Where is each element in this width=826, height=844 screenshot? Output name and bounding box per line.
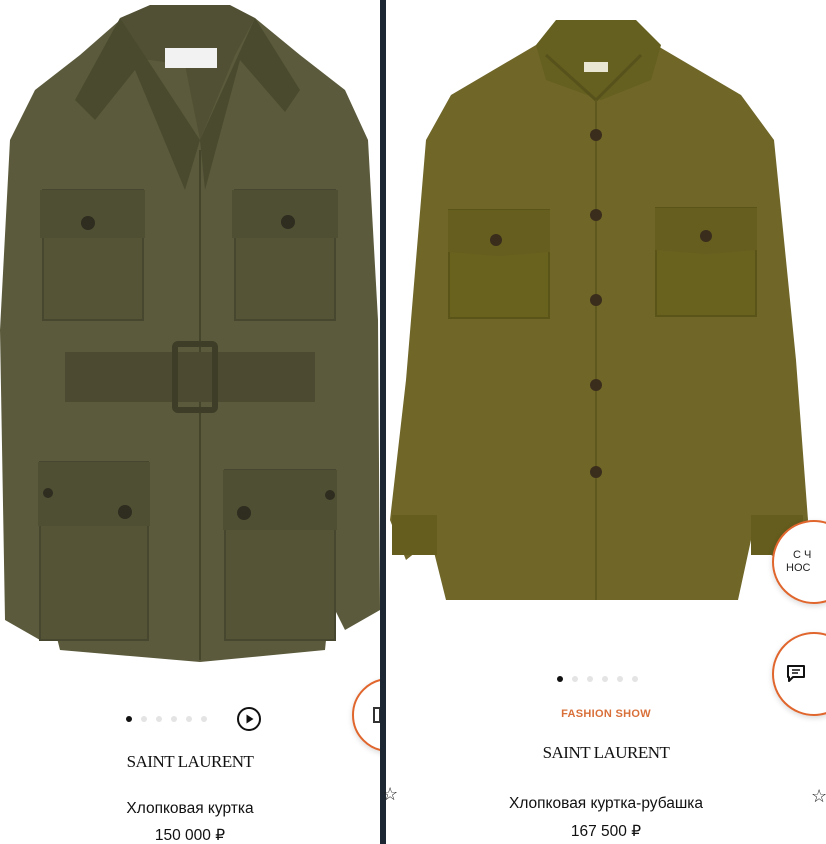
slider-dot[interactable] — [602, 676, 608, 682]
slider-dot[interactable] — [572, 676, 578, 682]
slider-dot[interactable] — [617, 676, 623, 682]
slider-dot[interactable] — [141, 716, 147, 722]
product-title[interactable]: Хлопковая куртка-рубашка — [386, 795, 826, 813]
slider-dots[interactable] — [126, 716, 207, 722]
product-price: 167 500 ₽ — [570, 823, 642, 840]
product-card-right[interactable]: FASHION SHOW SAINT LAURENT Хлопковая кур… — [386, 0, 826, 844]
slider-dot[interactable] — [632, 676, 638, 682]
slider-dot[interactable] — [587, 676, 593, 682]
product-image-jacket[interactable] — [0, 0, 380, 690]
play-icon[interactable] — [237, 707, 261, 731]
brand-logo: SAINT LAURENT — [126, 752, 254, 771]
slider-dot[interactable] — [557, 676, 563, 682]
wishlist-icon[interactable]: ☆ — [811, 786, 826, 807]
slider-dots[interactable] — [557, 676, 638, 682]
product-price: 150 000 ₽ — [154, 827, 226, 844]
slider-dot[interactable] — [126, 716, 132, 722]
product-image-shirt-jacket[interactable] — [386, 0, 826, 660]
fashion-show-badge: FASHION SHOW — [561, 708, 651, 720]
slider-dot[interactable] — [156, 716, 162, 722]
slider-dot[interactable] — [171, 716, 177, 722]
product-card-left[interactable]: SAINT LAURENT Хлопковая куртка 150 000 ₽ — [0, 0, 380, 844]
slider-dot[interactable] — [186, 716, 192, 722]
product-title[interactable]: Хлопковая куртка — [0, 800, 380, 818]
promo-badge-line2: НОС — [786, 562, 811, 574]
slider-dot[interactable] — [201, 716, 207, 722]
wishlist-icon[interactable]: ☆ — [382, 784, 398, 805]
promo-badge-line1: С Ч — [793, 549, 812, 561]
brand-logo: SAINT LAURENT — [542, 743, 670, 762]
